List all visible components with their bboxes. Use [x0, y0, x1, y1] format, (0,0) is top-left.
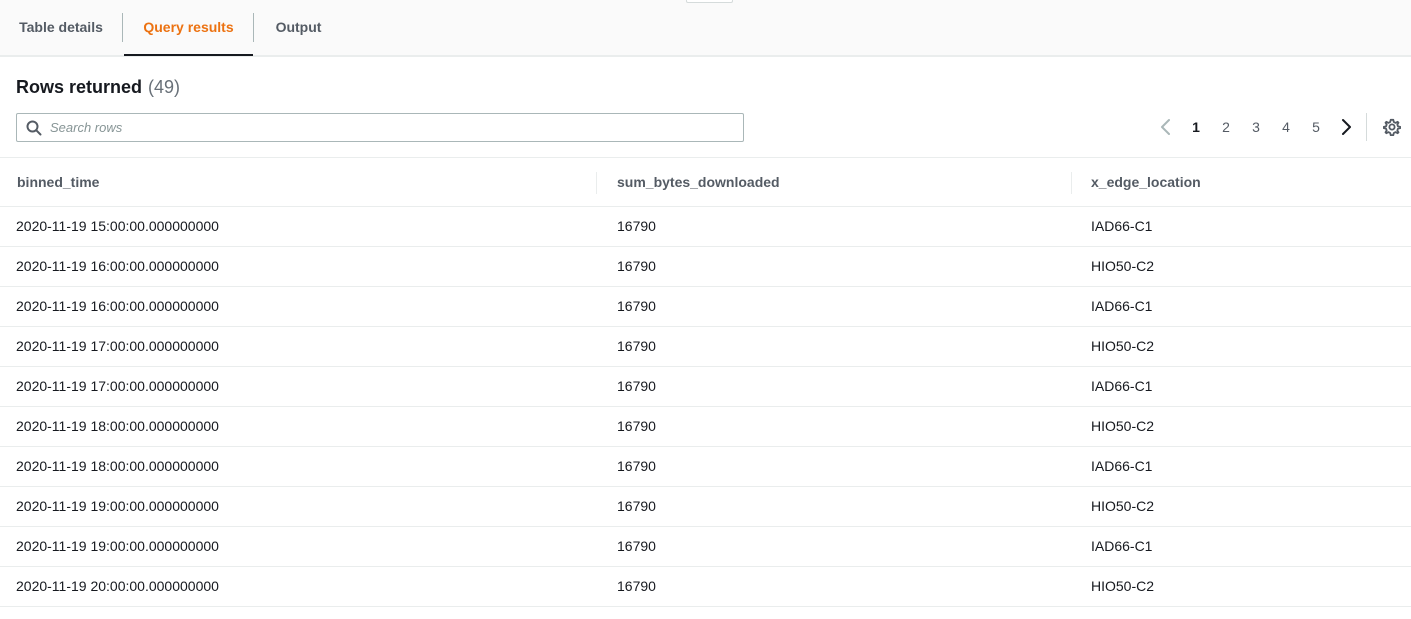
cell-x-edge-location: HIO50-C2	[1091, 498, 1155, 514]
results-count: (49)	[148, 77, 181, 97]
cell-x-edge-location: IAD66-C1	[1091, 458, 1153, 474]
cell-binned-time: 2020-11-19 16:00:00.000000000	[16, 258, 219, 274]
tab-bar: Table details Query results Output	[0, 0, 1411, 57]
column-header-sum-bytes-downloaded[interactable]: sum_bytes_downloaded	[617, 158, 780, 206]
cell-binned-time: 2020-11-19 17:00:00.000000000	[16, 378, 219, 394]
cell-sum-bytes-downloaded: 16790	[617, 498, 656, 514]
cell-x-edge-location: HIO50-C2	[1091, 338, 1155, 354]
search-icon	[26, 120, 42, 136]
cell-sum-bytes-downloaded: 16790	[617, 458, 656, 474]
table-row: 2020-11-19 18:00:00.000000000 16790 HIO5…	[0, 407, 1411, 447]
table-row: 2020-11-19 18:00:00.000000000 16790 IAD6…	[0, 447, 1411, 487]
table-row: 2020-11-19 19:00:00.000000000 16790 HIO5…	[0, 487, 1411, 527]
table-row: 2020-11-19 20:00:00.000000000 16790 HIO5…	[0, 567, 1411, 607]
cell-sum-bytes-downloaded: 16790	[617, 258, 656, 274]
page-2[interactable]: 2	[1219, 119, 1233, 135]
cell-x-edge-location: HIO50-C2	[1091, 578, 1155, 594]
cell-sum-bytes-downloaded: 16790	[617, 298, 656, 314]
cell-binned-time: 2020-11-19 19:00:00.000000000	[16, 498, 219, 514]
cell-binned-time: 2020-11-19 16:00:00.000000000	[16, 298, 219, 314]
column-header-binned-time[interactable]: binned_time	[17, 158, 99, 206]
search-box	[16, 113, 744, 142]
tab-table-details[interactable]: Table details	[0, 0, 122, 56]
cell-binned-time: 2020-11-19 15:00:00.000000000	[16, 218, 219, 234]
cell-x-edge-location: HIO50-C2	[1091, 258, 1155, 274]
chevron-left-icon[interactable]	[1159, 116, 1173, 138]
tab-query-results[interactable]: Query results	[124, 0, 253, 56]
page-5[interactable]: 5	[1309, 119, 1323, 135]
cell-x-edge-location: IAD66-C1	[1091, 218, 1153, 234]
cell-x-edge-location: IAD66-C1	[1091, 538, 1153, 554]
cell-sum-bytes-downloaded: 16790	[617, 578, 656, 594]
table-row: 2020-11-19 16:00:00.000000000 16790 IAD6…	[0, 287, 1411, 327]
page-4[interactable]: 4	[1279, 119, 1293, 135]
cell-sum-bytes-downloaded: 16790	[617, 218, 656, 234]
cell-binned-time: 2020-11-19 20:00:00.000000000	[16, 578, 219, 594]
cell-binned-time: 2020-11-19 19:00:00.000000000	[16, 538, 219, 554]
tab-divider	[122, 13, 123, 42]
cell-sum-bytes-downloaded: 16790	[617, 338, 656, 354]
column-header-x-edge-location[interactable]: x_edge_location	[1091, 158, 1201, 206]
cell-sum-bytes-downloaded: 16790	[617, 378, 656, 394]
column-divider[interactable]	[1071, 172, 1072, 194]
table-row: 2020-11-19 16:00:00.000000000 16790 HIO5…	[0, 247, 1411, 287]
resize-handle[interactable]	[686, 0, 733, 3]
tab-output[interactable]: Output	[254, 0, 343, 56]
gear-icon[interactable]	[1383, 118, 1401, 136]
results-title: Rows returned	[16, 77, 143, 97]
cell-binned-time: 2020-11-19 17:00:00.000000000	[16, 338, 219, 354]
table-row: 2020-11-19 17:00:00.000000000 16790 IAD6…	[0, 367, 1411, 407]
search-input[interactable]	[50, 115, 730, 140]
chevron-right-icon[interactable]	[1339, 116, 1353, 138]
cell-binned-time: 2020-11-19 18:00:00.000000000	[16, 458, 219, 474]
column-divider[interactable]	[596, 172, 597, 194]
cell-x-edge-location: HIO50-C2	[1091, 418, 1155, 434]
cell-binned-time: 2020-11-19 18:00:00.000000000	[16, 418, 219, 434]
cell-sum-bytes-downloaded: 16790	[617, 418, 656, 434]
cell-x-edge-location: IAD66-C1	[1091, 378, 1153, 394]
table-body: 2020-11-19 15:00:00.000000000 16790 IAD6…	[0, 207, 1411, 607]
pagination-divider	[1366, 113, 1367, 141]
page-1[interactable]: 1	[1189, 119, 1203, 135]
results-header: Rows returned (49)	[16, 77, 180, 98]
table-row: 2020-11-19 19:00:00.000000000 16790 IAD6…	[0, 527, 1411, 567]
table-row: 2020-11-19 17:00:00.000000000 16790 HIO5…	[0, 327, 1411, 367]
page-3[interactable]: 3	[1249, 119, 1263, 135]
table-header: binned_time sum_bytes_downloaded x_edge_…	[0, 157, 1411, 207]
cell-x-edge-location: IAD66-C1	[1091, 298, 1153, 314]
cell-sum-bytes-downloaded: 16790	[617, 538, 656, 554]
table-row: 2020-11-19 15:00:00.000000000 16790 IAD6…	[0, 207, 1411, 247]
